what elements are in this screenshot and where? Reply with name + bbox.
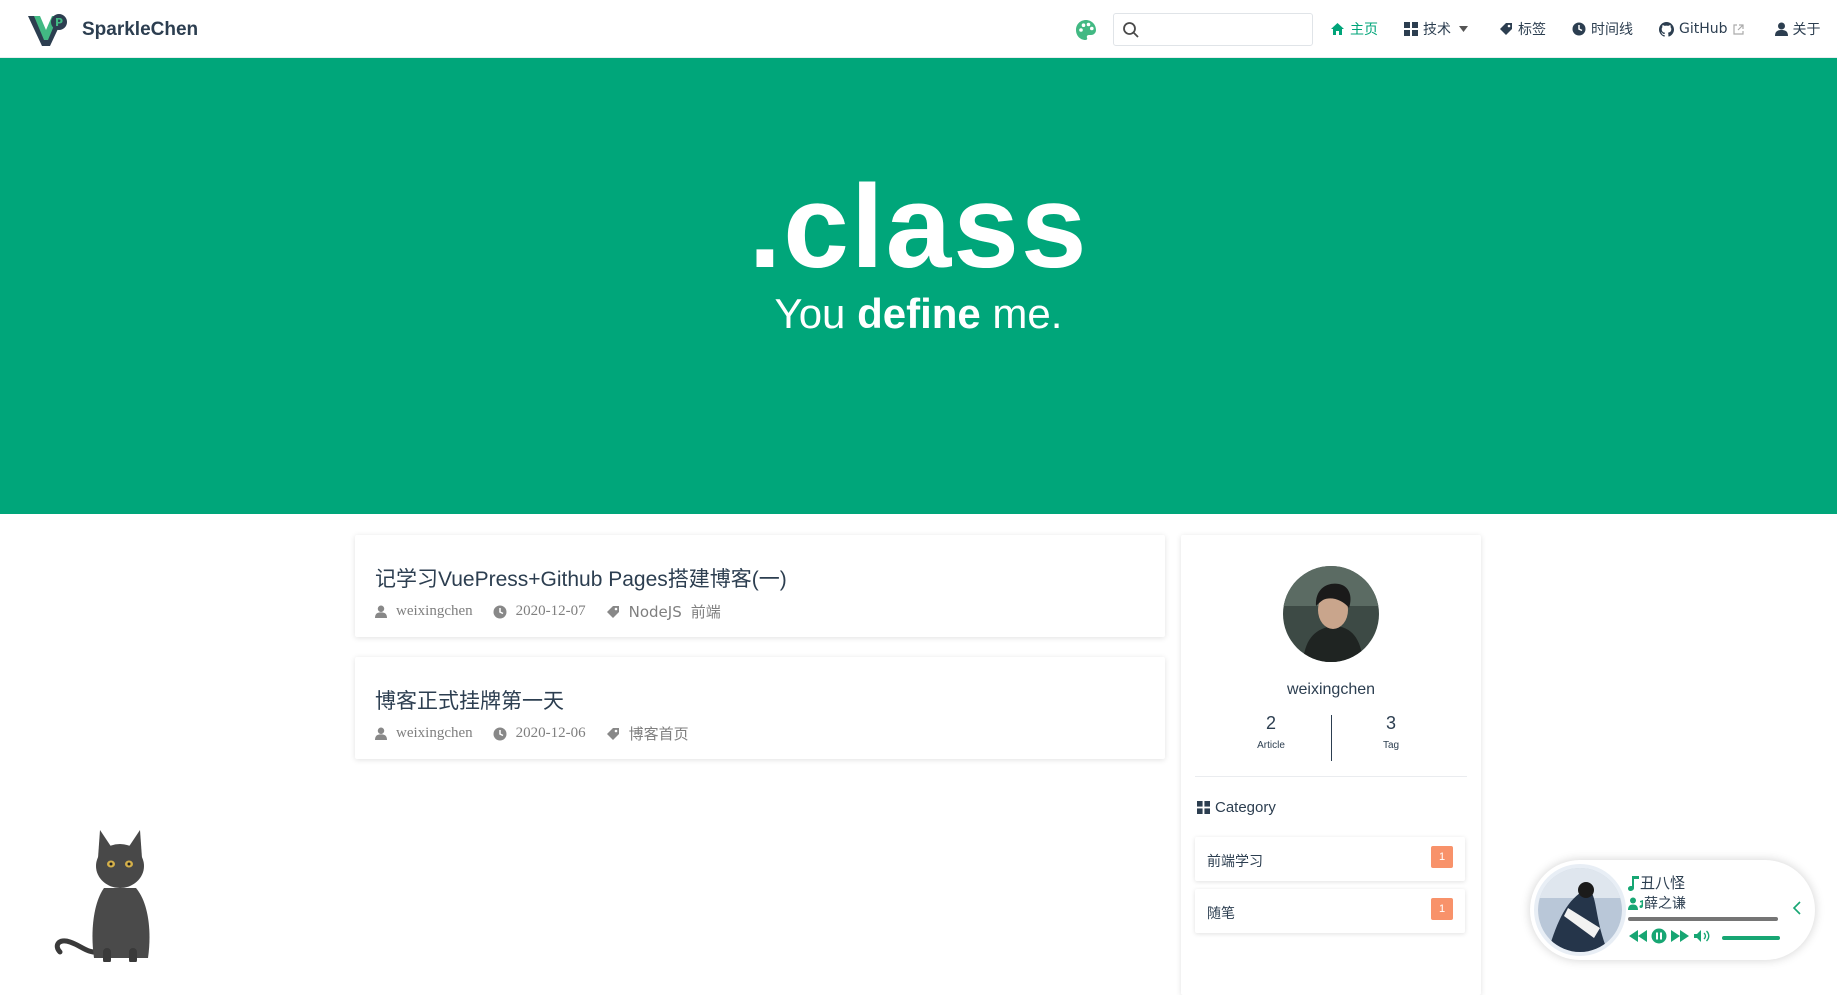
post-author: weixingchen: [375, 603, 473, 620]
tag-label: Tag: [1382, 740, 1400, 751]
category-name: 随笔: [1207, 906, 1235, 922]
category-item[interactable]: 前端学习 1: [1195, 837, 1465, 881]
cat-mascot[interactable]: [52, 820, 162, 962]
search-icon: [1123, 22, 1139, 38]
tag-icon: [606, 727, 619, 740]
music-player: 丑八怪 薛之谦: [1530, 860, 1815, 960]
post-title[interactable]: 博客正式挂牌第一天: [375, 685, 564, 715]
post-date: 2020-12-07: [493, 603, 586, 620]
volume-icon[interactable]: [1693, 929, 1711, 943]
nav-label: 技术: [1423, 22, 1451, 38]
chevron-down-icon: [1459, 26, 1468, 32]
nav-label: 标签: [1518, 22, 1546, 38]
album-cover[interactable]: [1538, 868, 1622, 952]
post-tags: NodeJS 前端: [606, 601, 730, 622]
grid-icon: [1197, 801, 1210, 814]
chevron-left-icon[interactable]: [1792, 900, 1802, 916]
site-title: SparkleChen: [82, 19, 199, 40]
palette-icon[interactable]: [1075, 19, 1097, 41]
nav-item-github[interactable]: GitHub: [1659, 21, 1749, 37]
post-tag[interactable]: 博客首页: [629, 723, 689, 744]
date-text: 2020-12-07: [515, 603, 586, 619]
category-heading: Category: [1197, 799, 1276, 816]
avatar: [1283, 566, 1379, 662]
category-count-badge: 1: [1431, 898, 1453, 920]
navbar: P SparkleChen 主页 技术 标签 时间线 GitHub 关于: [0, 0, 1837, 58]
category-heading-text: Category: [1215, 799, 1276, 816]
avatar-image: [1283, 566, 1379, 662]
hero-title: .class: [748, 161, 1089, 293]
artist-icon: [1628, 897, 1643, 910]
article-label: Article: [1257, 740, 1285, 751]
nav-item-about[interactable]: 关于: [1774, 19, 1821, 39]
nav-links: 主页 技术 标签 时间线 GitHub 关于: [1330, 0, 1837, 58]
sidebar-divider: [1195, 776, 1467, 777]
volume-slider[interactable]: [1722, 936, 1780, 940]
stats-divider: [1331, 715, 1332, 761]
previous-icon[interactable]: [1628, 929, 1648, 943]
search-box[interactable]: [1113, 13, 1313, 46]
clock-icon: [493, 605, 507, 618]
player-controls: [1628, 928, 1714, 944]
tag-icon: [606, 605, 619, 618]
grid-icon: [1404, 22, 1418, 36]
nav-item-tags[interactable]: 标签: [1499, 19, 1546, 39]
post-date: 2020-12-06: [493, 725, 586, 742]
post-tag[interactable]: NodeJS: [629, 603, 682, 621]
tag-icon: [1500, 23, 1512, 35]
author-name: weixingchen: [396, 603, 473, 619]
artist-row: 薛之谦: [1628, 893, 1686, 913]
post-author: weixingchen: [375, 725, 473, 742]
user-icon: [375, 605, 387, 618]
external-link-icon: [1732, 23, 1744, 35]
user-icon: [1774, 22, 1788, 36]
pause-icon[interactable]: [1651, 928, 1667, 944]
github-icon: [1659, 21, 1674, 37]
profile-name: weixingchen: [1286, 681, 1376, 698]
post-meta: weixingchen 2020-12-06 博客首页: [375, 723, 718, 744]
hero-subtitle: You define me.: [0, 290, 1837, 338]
svg-text:P: P: [55, 16, 63, 29]
nav-label: 关于: [1792, 22, 1821, 38]
artist-name: 薛之谦: [1644, 896, 1686, 912]
author-name: weixingchen: [396, 725, 473, 741]
post-meta: weixingchen 2020-12-07 NodeJS 前端: [375, 601, 750, 622]
nav-item-home[interactable]: 主页: [1330, 19, 1378, 39]
nav-label: 时间线: [1591, 22, 1633, 38]
music-note-icon: [1628, 875, 1639, 891]
post-title[interactable]: 记学习VuePress+Github Pages搭建博客(一): [375, 563, 787, 593]
clock-icon: [493, 727, 507, 740]
tag-count: 3: [1385, 713, 1396, 733]
category-name: 前端学习: [1207, 854, 1263, 870]
next-icon[interactable]: [1670, 929, 1690, 943]
logo-icon: P: [28, 14, 67, 46]
album-image: [1538, 868, 1622, 952]
home-icon: [1331, 23, 1344, 35]
hero-sub-post: me.: [980, 290, 1063, 337]
profile-sidebar: weixingchen 2 Article 3 Tag Category 前端学…: [1181, 535, 1481, 995]
clock-icon: [1572, 22, 1586, 36]
nav-label: GitHub: [1679, 21, 1728, 37]
post-card[interactable]: 博客正式挂牌第一天 weixingchen 2020-12-06 博客首页: [355, 657, 1165, 759]
tag-stat[interactable]: 3 Tag: [1331, 713, 1451, 751]
nav-item-tech[interactable]: 技术: [1404, 19, 1473, 39]
user-icon: [375, 727, 387, 740]
hero-sub-bold: define: [857, 290, 981, 337]
nav-item-timeline[interactable]: 时间线: [1572, 19, 1633, 39]
post-tags: 博客首页: [606, 723, 698, 744]
progress-bar[interactable]: [1628, 917, 1778, 921]
post-tag[interactable]: 前端: [691, 601, 721, 622]
post-card[interactable]: 记学习VuePress+Github Pages搭建博客(一) weixingc…: [355, 535, 1165, 637]
song-title: 丑八怪: [1640, 874, 1686, 892]
hero-banner: .class You define me.: [0, 58, 1837, 514]
category-item[interactable]: 随笔 1: [1195, 889, 1465, 933]
article-stat[interactable]: 2 Article: [1211, 713, 1331, 751]
hero-sub-pre: You: [774, 290, 858, 337]
article-count: 2: [1265, 713, 1276, 733]
nav-label: 主页: [1350, 22, 1378, 38]
category-count-badge: 1: [1431, 846, 1453, 868]
song-title-row: 丑八怪: [1628, 872, 1685, 893]
date-text: 2020-12-06: [515, 725, 586, 741]
brand-link[interactable]: P SparkleChen: [26, 12, 198, 48]
